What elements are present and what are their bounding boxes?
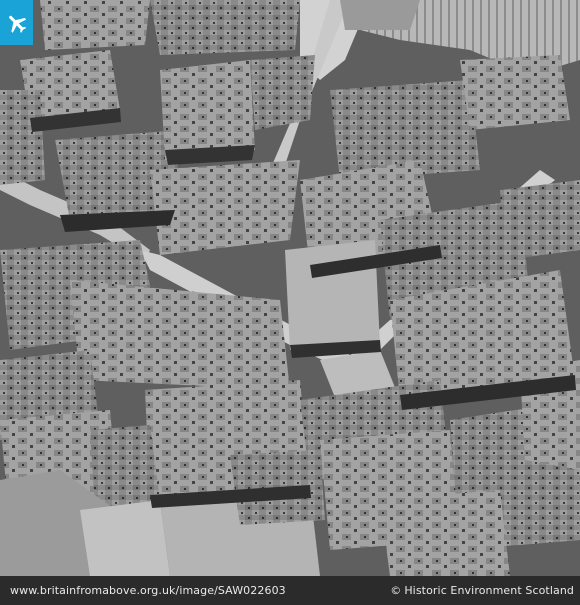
aerial-photo	[0, 0, 580, 576]
airplane-icon	[8, 15, 26, 33]
airplane-badge	[0, 0, 33, 45]
copyright-group: © Historic Environment Scotland	[390, 584, 574, 597]
footer-bar: www.britainfromabove.org.uk/image/SAW022…	[0, 576, 580, 605]
copyright-symbol: ©	[390, 584, 402, 597]
aerial-photo-art	[0, 0, 580, 576]
copyright-text: Historic Environment Scotland	[404, 584, 574, 597]
image-url-text: www.britainfromabove.org.uk/image/SAW022…	[10, 584, 286, 597]
image-frame: www.britainfromabove.org.uk/image/SAW022…	[0, 0, 580, 605]
